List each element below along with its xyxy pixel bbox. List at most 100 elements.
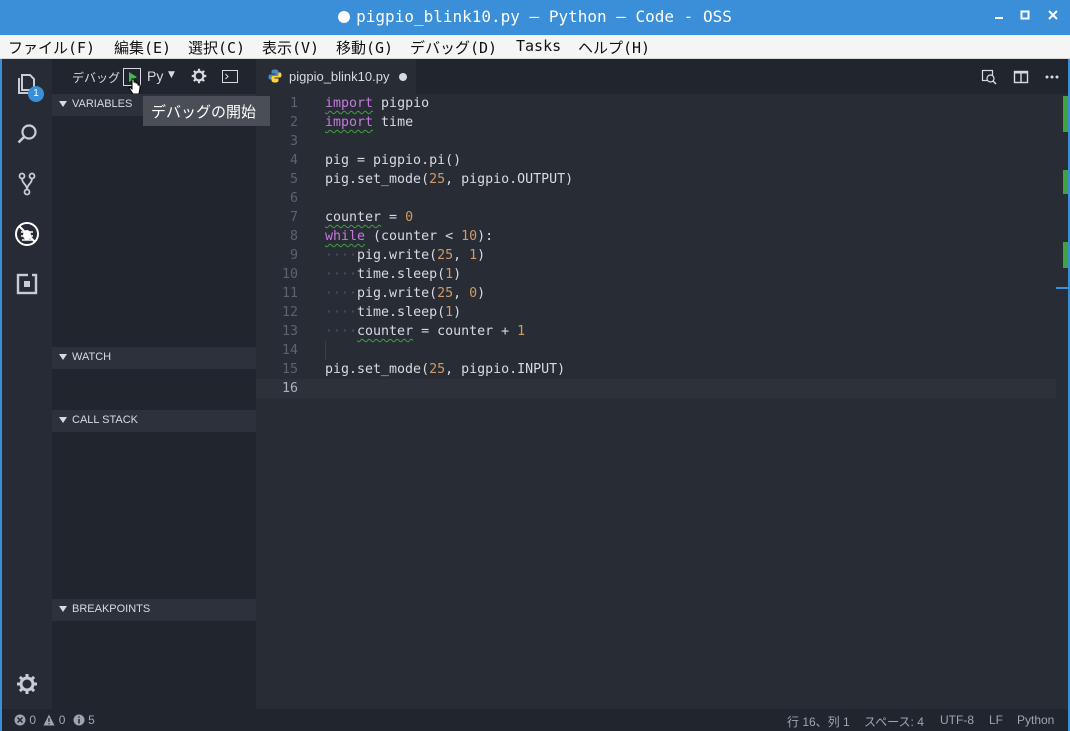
open-launch-json-gear-icon[interactable] bbox=[191, 68, 207, 84]
tab-filename: pigpio_blink10.py bbox=[289, 69, 390, 84]
manage-settings-button[interactable] bbox=[2, 659, 52, 709]
explorer-button[interactable]: 1 bbox=[2, 59, 52, 109]
debug-label: デバッグ bbox=[72, 71, 121, 85]
extensions-button[interactable] bbox=[2, 259, 52, 309]
debug-toolbar: デバッグ Py ▼ bbox=[52, 59, 256, 95]
change-marker bbox=[1063, 170, 1068, 194]
line-number: 3 bbox=[289, 134, 298, 149]
call-stack-section-header[interactable]: CALL STACK bbox=[52, 410, 256, 432]
close-icon bbox=[1048, 10, 1058, 20]
info-icon bbox=[73, 714, 85, 726]
menu-bar: ファイル(F) 編集(E) 選択(C) 表示(V) 移動(G) デバッグ(D) … bbox=[0, 35, 1070, 59]
source-control-icon bbox=[18, 172, 36, 196]
expanded-arrow-icon bbox=[59, 606, 67, 612]
source-control-button[interactable] bbox=[2, 159, 52, 209]
editor-area: pigpio_blink10.py 1 import pigpio 2 import… bbox=[256, 59, 1068, 709]
unsaved-dot-icon bbox=[338, 11, 351, 23]
info-count: 5 bbox=[88, 713, 95, 727]
watch-title: WATCH bbox=[72, 351, 112, 363]
change-marker bbox=[1063, 242, 1068, 268]
code-line: 11 ····pig.write(25, 0) bbox=[256, 284, 1056, 303]
line-number: 16 bbox=[281, 381, 298, 396]
overview-ruler[interactable] bbox=[1056, 94, 1068, 709]
menu-edit[interactable]: 編集(E) bbox=[114, 37, 171, 58]
debug-view-button[interactable] bbox=[2, 209, 52, 259]
problems-indicator[interactable]: 0 0 5 bbox=[14, 713, 95, 727]
language-mode[interactable]: Python bbox=[1017, 713, 1054, 727]
menu-file[interactable]: ファイル(F) bbox=[8, 37, 95, 58]
close-button[interactable] bbox=[1042, 7, 1064, 27]
more-actions-icon[interactable] bbox=[1044, 69, 1060, 85]
python-file-icon bbox=[268, 69, 282, 83]
warning-count: 0 bbox=[58, 713, 66, 727]
menu-help[interactable]: ヘルプ(H) bbox=[578, 37, 650, 58]
unsaved-indicator-icon[interactable] bbox=[399, 73, 407, 81]
menu-tasks[interactable]: Tasks bbox=[516, 37, 561, 55]
title-bar: pigpio_blink10.py — Python — Code - OSS bbox=[0, 0, 1070, 35]
cursor-position[interactable]: 行 16、列 1 bbox=[787, 713, 850, 730]
search-icon bbox=[17, 124, 37, 144]
menu-view[interactable]: 表示(V) bbox=[262, 37, 319, 58]
code-line: 4 pig = pigpio.pi() bbox=[256, 151, 1056, 170]
open-changes-icon[interactable] bbox=[981, 69, 997, 85]
extensions-icon bbox=[16, 273, 38, 295]
code-line: 10 ····time.sleep(1) bbox=[256, 265, 1056, 284]
error-count: 0 bbox=[29, 713, 37, 727]
code-line: 15 pig.set_mode(25, pigpio.INPUT) bbox=[256, 360, 1056, 379]
code-line-current: 16 bbox=[256, 379, 1056, 398]
line-number: 6 bbox=[289, 191, 298, 206]
code-line: 7 counter = 0 bbox=[256, 208, 1056, 227]
debug-icon bbox=[15, 222, 39, 246]
editor-tab-bar: pigpio_blink10.py bbox=[256, 59, 1068, 94]
maximize-button[interactable] bbox=[1014, 7, 1036, 27]
code-line: 14 bbox=[256, 341, 1056, 360]
encoding-setting[interactable]: UTF-8 bbox=[940, 713, 974, 727]
status-bar: 0 0 5 行 16、列 1 スペース: 4 UTF-8 LF Python bbox=[2, 709, 1068, 731]
code-editor[interactable]: 1 import pigpio 2 import time 3 4 pig = pig… bbox=[256, 94, 1068, 709]
expanded-arrow-icon bbox=[59, 101, 67, 107]
debug-console-icon[interactable] bbox=[222, 70, 238, 83]
activity-bar: 1 bbox=[2, 59, 52, 709]
line-number: 4 bbox=[289, 153, 298, 168]
menu-go[interactable]: 移動(G) bbox=[336, 37, 393, 58]
line-number: 14 bbox=[281, 343, 298, 358]
code-line: 6 bbox=[256, 189, 1056, 208]
minimize-icon bbox=[995, 17, 1003, 19]
code-line: 12 ····time.sleep(1) bbox=[256, 303, 1056, 322]
chevron-down-icon: ▼ bbox=[168, 70, 175, 80]
variables-title: VARIABLES bbox=[72, 98, 133, 110]
settings-gear-icon bbox=[17, 674, 37, 694]
cursor-marker bbox=[1056, 287, 1068, 289]
indent-guide bbox=[325, 341, 326, 360]
menu-debug[interactable]: デバッグ(D) bbox=[410, 37, 497, 58]
window-title-text: pigpio_blink10.py — Python — Code - OSS bbox=[356, 7, 732, 26]
maximize-icon bbox=[1020, 10, 1030, 20]
line-number: 10 bbox=[281, 267, 298, 282]
code-line: 3 bbox=[256, 132, 1056, 151]
expanded-arrow-icon bbox=[59, 417, 67, 423]
call-stack-title: CALL STACK bbox=[72, 414, 139, 426]
minimize-button[interactable] bbox=[988, 7, 1010, 27]
code-line: 8 while (counter < 10): bbox=[256, 227, 1056, 246]
menu-selection[interactable]: 選択(C) bbox=[188, 37, 245, 58]
split-editor-icon[interactable] bbox=[1013, 69, 1029, 85]
line-number: 7 bbox=[289, 210, 298, 225]
warning-icon bbox=[43, 714, 55, 726]
window-title: pigpio_blink10.py — Python — Code - OSS bbox=[0, 7, 1070, 26]
line-number: 9 bbox=[289, 248, 298, 263]
breakpoints-section-header[interactable]: BREAKPOINTS bbox=[52, 599, 256, 621]
code-line: 13 ····counter = counter + 1 bbox=[256, 322, 1056, 341]
line-number: 15 bbox=[281, 362, 298, 377]
eol-setting[interactable]: LF bbox=[989, 713, 1003, 727]
watch-section-header[interactable]: WATCH bbox=[52, 347, 256, 369]
indentation-setting[interactable]: スペース: 4 bbox=[864, 713, 924, 730]
breakpoints-title: BREAKPOINTS bbox=[72, 603, 151, 615]
debug-configuration-select[interactable]: Py bbox=[147, 68, 163, 84]
line-number: 12 bbox=[281, 305, 298, 320]
line-number: 8 bbox=[289, 229, 298, 244]
editor-tab[interactable]: pigpio_blink10.py bbox=[256, 59, 416, 94]
search-button[interactable] bbox=[2, 109, 52, 159]
line-number: 11 bbox=[281, 286, 298, 301]
code-line: 2 import time bbox=[256, 113, 1056, 132]
start-debugging-tooltip: デバッグの開始 bbox=[143, 96, 270, 126]
